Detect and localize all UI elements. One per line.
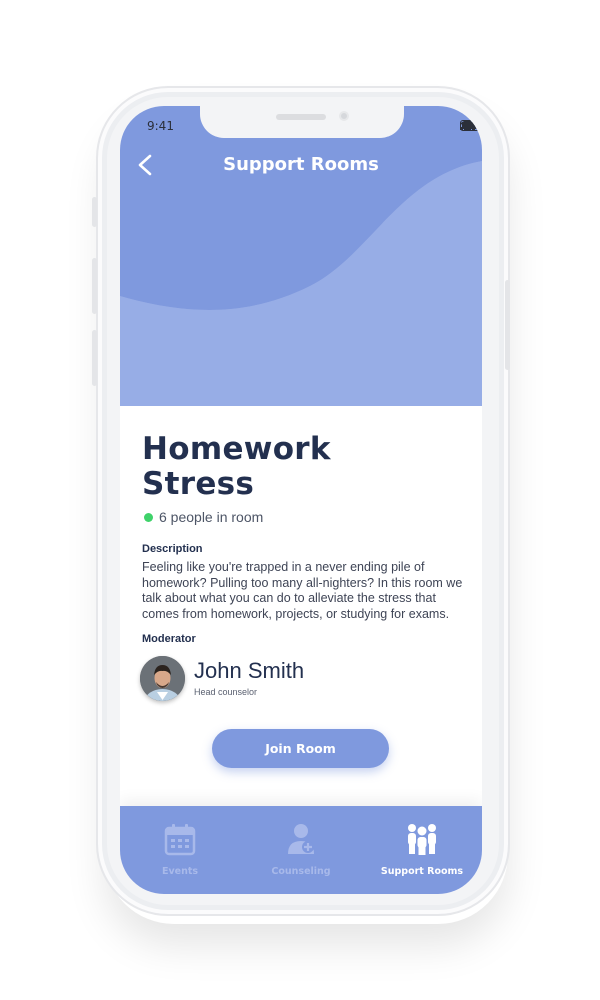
person-plus-icon (288, 824, 314, 854)
tab-events[interactable]: Events (120, 822, 240, 877)
people-count: 6 people in room (144, 509, 263, 525)
power-button (505, 280, 510, 370)
moderator-role: Head counselor (194, 687, 258, 697)
description-text: Feeling like you're trapped in a never e… (142, 560, 463, 621)
front-camera (339, 111, 349, 121)
battery-icon (460, 120, 482, 131)
tab-support-rooms-label: Support Rooms (380, 866, 464, 877)
moderator-label: Moderator (142, 633, 196, 645)
room-header: 9:41 Support Rooms (120, 106, 482, 406)
join-room-button[interactable]: Join Room (212, 729, 389, 768)
description-label: Description (142, 543, 203, 555)
bottom-tab-bar: Events Counseling Support Rooms (120, 806, 482, 894)
avatar-photo (140, 656, 185, 701)
silent-switch (92, 197, 97, 227)
moderator-name[interactable]: John Smith (194, 658, 304, 684)
hero-wave (120, 161, 482, 406)
volume-up-button (92, 258, 97, 314)
room-title: Homework Stress (142, 432, 462, 502)
tab-support-rooms[interactable]: Support Rooms (362, 822, 482, 877)
people-count-text: 6 people in room (159, 509, 264, 525)
app-screen: 9:41 Support Rooms Homework Stress 6 peo… (120, 106, 482, 894)
tab-events-label: Events (161, 866, 199, 877)
notch (200, 106, 404, 138)
tab-counseling[interactable]: Counseling (241, 822, 361, 877)
page-title: Support Rooms (223, 154, 379, 175)
calendar-icon (164, 824, 196, 856)
tab-counseling-label: Counseling (271, 866, 331, 877)
room-details: Homework Stress 6 people in room Descrip… (120, 406, 482, 806)
online-indicator (144, 512, 153, 522)
room-title-line2: Stress (142, 466, 255, 502)
moderator-avatar[interactable] (140, 656, 185, 701)
room-title-line1: Homework (142, 431, 331, 467)
volume-down-button (92, 330, 97, 386)
group-icon (408, 824, 436, 855)
speaker-grille (276, 114, 326, 120)
status-time: 9:41 (147, 119, 174, 133)
